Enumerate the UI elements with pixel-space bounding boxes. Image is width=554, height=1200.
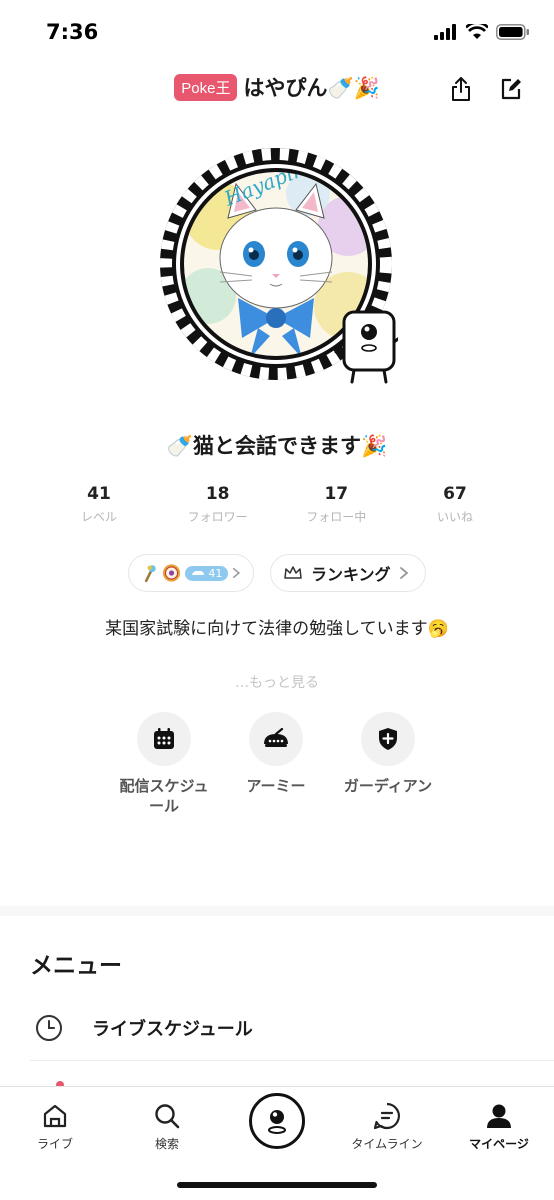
stream-schedule-button[interactable]: 配信スケジュール — [108, 712, 220, 816]
army-button[interactable]: アーミー — [220, 712, 332, 816]
tab-live-icon-wrap — [40, 1101, 70, 1131]
search-icon — [155, 1104, 180, 1129]
ranking-label: ランキング — [311, 565, 391, 584]
menu-item-live-schedule[interactable]: ライブスケジュール — [0, 1000, 554, 1056]
status-icons — [434, 24, 530, 40]
medal-badge-icon — [163, 564, 181, 582]
tab-timeline-label: タイムライン — [351, 1137, 423, 1151]
stream-schedule-icon-wrap — [137, 712, 191, 766]
army-icon — [264, 728, 288, 747]
profile-headline: 🍼猫と会話できます🎉 — [166, 434, 388, 458]
tab-live[interactable]: ライブ — [0, 1087, 110, 1157]
army-icon-wrap — [249, 712, 303, 766]
signal-icon — [434, 24, 456, 40]
menu-item-icon — [34, 1013, 64, 1043]
wifi-icon — [466, 24, 488, 39]
poke-badge: Poke王 — [174, 73, 238, 101]
mascot-icon — [268, 1110, 286, 1134]
profile-description: 某国家試験に向けて法律の勉強しています🥱 — [105, 619, 449, 639]
avatar[interactable]: Hayapin Sanso — [158, 146, 404, 386]
person-icon — [487, 1104, 511, 1128]
share-icon — [452, 77, 470, 101]
status-time: 7:36 — [46, 20, 99, 44]
quick-actions: 配信スケジュール アーミー ガーディアン — [108, 712, 444, 816]
calendar-icon — [154, 728, 174, 749]
stat-likes[interactable]: 67 いいね — [396, 484, 514, 525]
stat-likes-label: いいね — [436, 510, 473, 524]
torch-badge-icon — [144, 565, 156, 583]
tab-search[interactable]: 検索 — [112, 1087, 222, 1157]
tab-search-label: 検索 — [154, 1137, 179, 1151]
stat-followers[interactable]: 18 フォロワー — [159, 484, 277, 525]
tab-mypage[interactable]: マイページ — [444, 1087, 554, 1157]
avatar-image: Hayapin Sanso — [160, 148, 404, 384]
tab-live-label: ライブ — [36, 1137, 73, 1151]
battery-icon — [496, 24, 529, 40]
user-name: はやぴん🍼🎉 — [243, 76, 380, 100]
share-button[interactable] — [446, 74, 476, 104]
show-more-link[interactable]: …もっと見る — [0, 672, 554, 692]
stream-schedule-label: 配信スケジュール — [119, 777, 209, 815]
stat-likes-value: 67 — [443, 484, 467, 504]
stat-level[interactable]: 41 レベル — [40, 484, 158, 525]
timeline-icon — [373, 1102, 400, 1130]
menu-item-label: ライブスケジュール — [92, 1019, 253, 1040]
mascot-sticker — [334, 310, 404, 384]
tab-mypage-icon-wrap — [484, 1101, 514, 1131]
badge-count-value: 41 — [208, 566, 223, 580]
shield-icon — [379, 728, 397, 750]
menu-title: メニュー — [30, 953, 122, 979]
tab-search-icon-wrap — [152, 1101, 182, 1131]
tab-timeline[interactable]: タイムライン — [332, 1087, 442, 1157]
stat-level-value: 41 — [87, 484, 111, 504]
ranking-button[interactable]: ランキング — [270, 554, 426, 592]
army-label: アーミー — [246, 777, 306, 795]
stat-following[interactable]: 17 フォロー中 — [277, 484, 395, 525]
edit-button[interactable] — [496, 74, 526, 104]
badges-button[interactable]: 41 — [128, 554, 254, 592]
tab-timeline-icon-wrap — [372, 1101, 402, 1131]
status-bar: 7:36 — [0, 0, 554, 66]
tab-mascot-button[interactable] — [249, 1093, 305, 1149]
profile-header: Poke王 はやぴん🍼🎉 — [0, 66, 554, 114]
stat-followers-label: フォロワー — [187, 510, 248, 524]
stat-following-value: 17 — [324, 484, 349, 504]
stat-followers-value: 18 — [205, 484, 230, 504]
guardian-icon-wrap — [361, 712, 415, 766]
section-divider — [0, 906, 554, 916]
stat-level-label: レベル — [80, 510, 117, 524]
profile-stats: 41 レベル 18 フォロワー 17 フォロー中 67 いいね — [40, 484, 514, 525]
guardian-button[interactable]: ガーディアン — [332, 712, 444, 816]
home-indicator — [177, 1182, 377, 1188]
home-icon — [43, 1104, 67, 1128]
chevron-right-icon — [233, 567, 241, 579]
crown-icon — [284, 566, 302, 579]
clock-icon — [36, 1015, 62, 1041]
car-icon — [192, 571, 205, 575]
guardian-label: ガーディアン — [343, 777, 433, 795]
chevron-right-icon — [399, 567, 408, 579]
tab-mypage-label: マイページ — [469, 1137, 529, 1151]
edit-icon — [501, 78, 521, 100]
badge-count: 41 — [185, 565, 229, 581]
menu-divider — [30, 1060, 554, 1061]
stat-following-label: フォロー中 — [306, 510, 367, 524]
